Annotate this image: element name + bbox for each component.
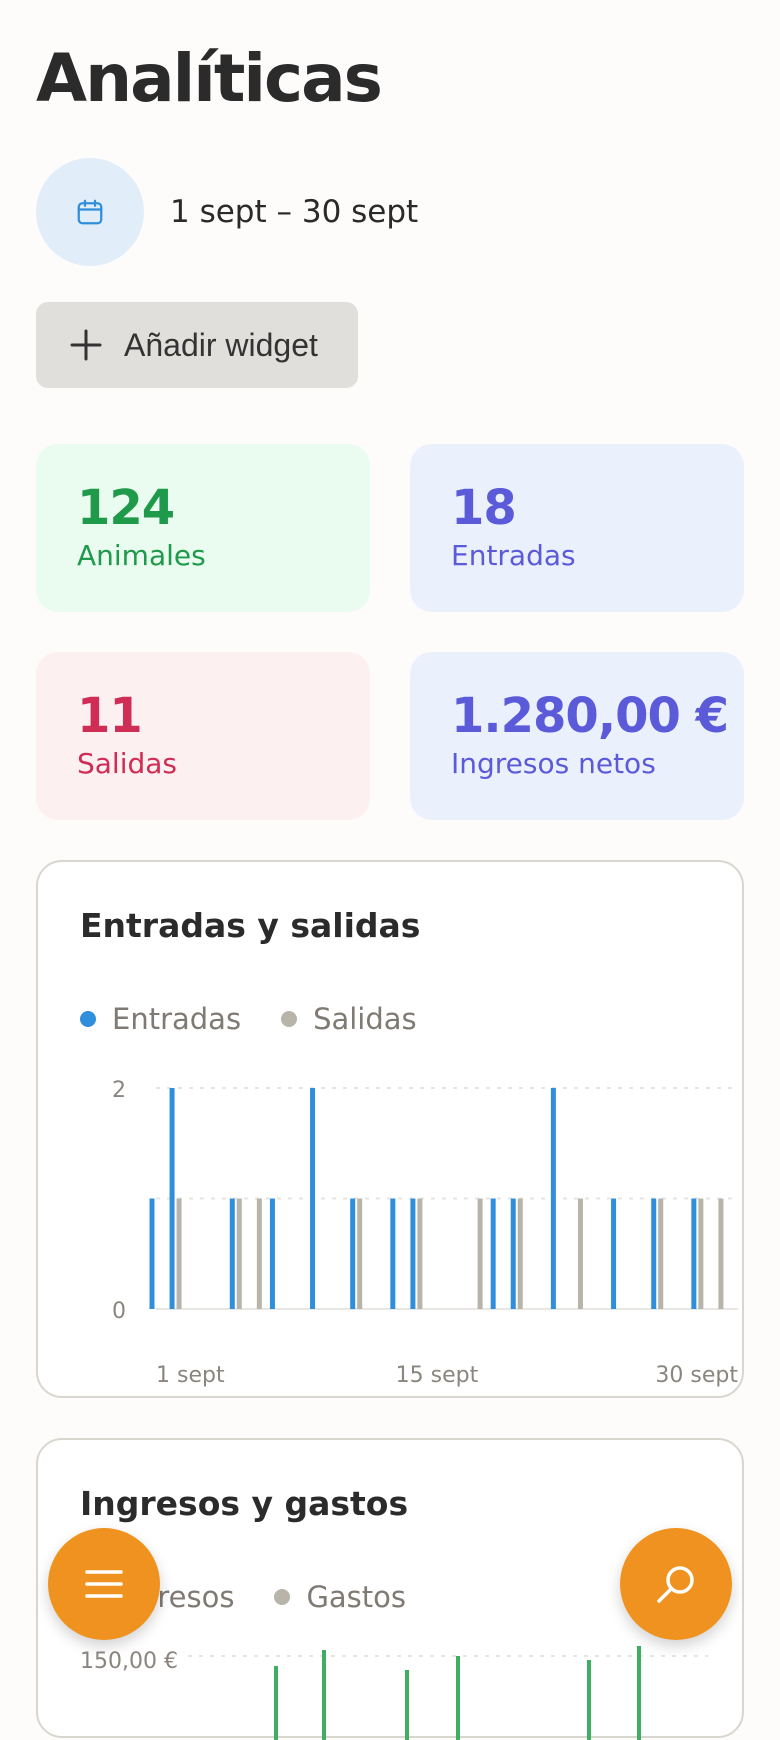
chart-title: Entradas y salidas xyxy=(80,906,421,945)
x-tick-label: 30 sept xyxy=(655,1363,738,1388)
stat-label: Ingresos netos xyxy=(451,746,656,780)
legend-item-salidas: Salidas xyxy=(281,1002,417,1036)
calendar-icon xyxy=(77,199,103,225)
stat-card-animales[interactable]: 124 Animales xyxy=(36,444,370,612)
chart-card-entradas-salidas: Entradas y salidas Entradas Salidas 2 0 1 … xyxy=(36,860,744,1398)
date-range-row: 1 sept – 30 sept xyxy=(36,158,418,266)
stat-value: 18 xyxy=(451,480,517,536)
menu-button[interactable] xyxy=(48,1528,160,1640)
date-range-label[interactable]: 1 sept – 30 sept xyxy=(170,194,418,230)
stat-label: Entradas xyxy=(451,538,576,572)
stat-label: Animales xyxy=(77,538,206,572)
stat-card-salidas[interactable]: 11 Salidas xyxy=(36,652,370,820)
stat-label: Salidas xyxy=(77,746,178,780)
add-widget-label: Añadir widget xyxy=(124,326,318,363)
search-button[interactable] xyxy=(620,1528,732,1640)
chart-title: Ingresos y gastos xyxy=(80,1484,409,1523)
stat-value: 1.280,00 € xyxy=(451,688,729,744)
search-icon xyxy=(657,1566,694,1603)
stat-value: 11 xyxy=(77,688,143,744)
chart-ingresos-gastos: 150,00 € xyxy=(80,1646,708,1740)
menu-icon xyxy=(85,1570,123,1598)
legend-label: Salidas xyxy=(313,1002,417,1036)
plus-icon xyxy=(70,329,102,361)
x-tick-label: 1 sept xyxy=(156,1363,225,1388)
legend-dot xyxy=(274,1589,291,1605)
y-tick-label: 0 xyxy=(112,1299,126,1324)
legend-dot xyxy=(80,1011,96,1027)
legend-item-entradas: Entradas xyxy=(80,1002,241,1036)
stat-value: 124 xyxy=(77,480,175,536)
page-title: Analíticas xyxy=(36,40,383,117)
stat-card-entradas[interactable]: 18 Entradas xyxy=(410,444,744,612)
date-range-button[interactable] xyxy=(36,158,144,266)
legend-label: Entradas xyxy=(112,1002,242,1036)
legend-label: Gastos xyxy=(306,1580,407,1614)
x-tick-label: 15 sept xyxy=(396,1363,479,1388)
stat-card-ingresos-netos[interactable]: 1.280,00 € Ingresos netos xyxy=(410,652,744,820)
y-tick-label: 150,00 € xyxy=(80,1649,178,1674)
y-tick-label: 2 xyxy=(112,1078,126,1103)
legend-dot xyxy=(281,1011,298,1027)
add-widget-button[interactable]: Añadir widget xyxy=(36,302,358,388)
legend-item-gastos: Gastos xyxy=(274,1580,406,1614)
chart-entradas-salidas: 2 0 1 sept 15 sept 30 sept xyxy=(112,1078,738,1388)
chart-legend: Entradas Salidas xyxy=(80,1002,457,1036)
